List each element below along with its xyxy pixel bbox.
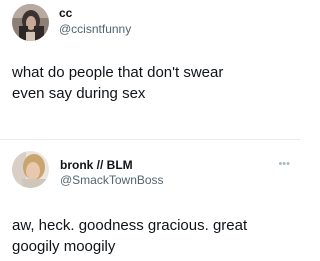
display-name[interactable]: bronk // BLM bbox=[60, 158, 133, 172]
tweet-text: what do people that don't swear even say… bbox=[12, 64, 224, 102]
tweet-1: cc @ccisntfunny what do people that don'… bbox=[0, 0, 300, 140]
tweet-text: aw, heck. goodness gracious. great googi… bbox=[12, 217, 248, 255]
user-handle[interactable]: @SmackTownBoss bbox=[60, 173, 164, 187]
tweet-2: bronk // BLM @SmackTownBoss ••• aw, heck… bbox=[0, 140, 300, 261]
avatar[interactable] bbox=[12, 4, 49, 41]
user-handle[interactable]: @ccisntfunny bbox=[59, 22, 131, 36]
avatar[interactable] bbox=[12, 151, 49, 188]
more-options-icon[interactable]: ••• bbox=[278, 159, 290, 170]
display-name[interactable]: cc bbox=[59, 6, 72, 20]
